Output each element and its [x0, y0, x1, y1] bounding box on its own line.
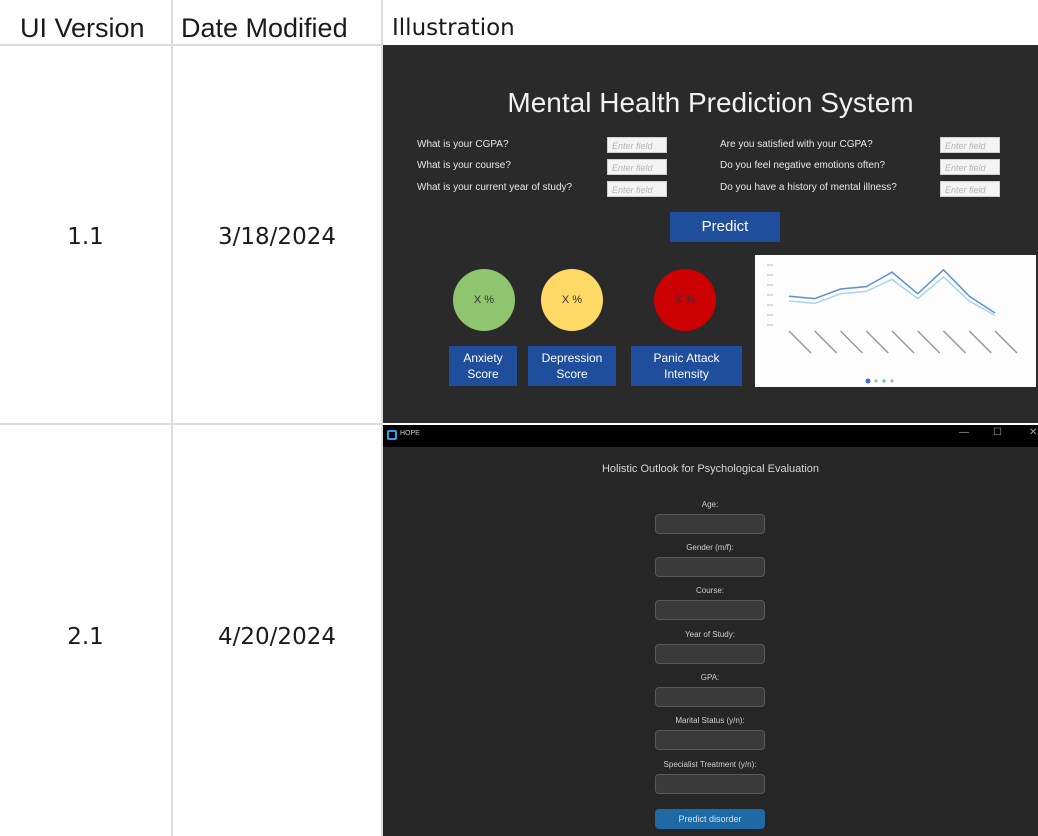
row1-version: 1.1 — [67, 224, 104, 250]
question-negative: Do you feel negative emotions often? — [720, 160, 886, 171]
header-date-modified: Date Modified — [181, 13, 348, 43]
x-tick-label — [942, 330, 967, 354]
course-field[interactable]: Enter field — [607, 159, 667, 175]
question-course: What is your course? — [417, 160, 511, 171]
anxiety-score-button[interactable]: Anxiety Score — [449, 346, 517, 386]
v1-app-title: Mental Health Prediction System — [507, 87, 914, 118]
row1-date: 3/18/2024 — [218, 224, 336, 250]
panic-circle: X % — [654, 269, 716, 331]
chart-svg — [767, 264, 1018, 384]
marital-label: Marital Status (y/n): — [675, 716, 745, 725]
question-satisfied: Are you satisfied with your CGPA? — [720, 139, 873, 150]
question-history: Do you have a history of mental illness? — [720, 182, 897, 193]
satisfied-field[interactable]: Enter field — [940, 137, 1000, 153]
marital-input[interactable] — [655, 730, 765, 750]
negative-field[interactable]: Enter field — [940, 159, 1000, 175]
gpa-label: GPA: — [700, 673, 720, 682]
x-tick-label — [788, 330, 812, 354]
minimize-button[interactable]: — — [959, 427, 969, 438]
panic-intensity-button[interactable]: Panic Attack Intensity — [631, 346, 742, 386]
question-cgpa: What is your CGPA? — [417, 139, 509, 150]
chart-pager-dot[interactable] — [890, 379, 894, 383]
year-input[interactable] — [655, 644, 765, 664]
history-field[interactable]: Enter field — [940, 181, 1000, 197]
v2-screenshot: HOPE — ☐ ✕ Holistic Outlook for Psycholo… — [383, 425, 1038, 836]
course-label: Course: — [695, 586, 724, 595]
v1-screenshot: Mental Health Prediction System What is … — [383, 45, 1038, 423]
chart-pager-dot[interactable] — [865, 378, 871, 384]
treatment-label: Specialist Treatment (y/n): — [663, 760, 757, 769]
age-label: Age: — [701, 500, 719, 509]
window-title: HOPE — [400, 430, 420, 437]
treatment-input[interactable] — [655, 774, 765, 794]
score-chart — [755, 255, 1036, 387]
chart-series-0 — [788, 268, 996, 314]
x-tick-label — [994, 330, 1018, 354]
column-divider — [171, 0, 173, 836]
gender-input[interactable] — [655, 557, 765, 577]
gpa-input[interactable] — [655, 687, 765, 707]
chart-pager-dot[interactable] — [882, 379, 886, 383]
x-tick-label — [814, 330, 838, 354]
x-tick-label — [891, 330, 915, 354]
depression-circle: X % — [541, 269, 603, 331]
question-year: What is your current year of study? — [417, 182, 573, 193]
depression-score-button[interactable]: Depression Score — [528, 346, 616, 386]
maximize-button[interactable]: ☐ — [993, 427, 1002, 438]
header-illustration: Illustration — [392, 15, 515, 41]
gender-label: Gender (m/f): — [686, 543, 734, 552]
row2-version: 2.1 — [67, 624, 104, 650]
predict-disorder-button[interactable]: Predict disorder — [655, 809, 765, 829]
year-field[interactable]: Enter field — [607, 181, 667, 197]
row-divider — [0, 423, 383, 425]
row2-date: 4/20/2024 — [218, 624, 336, 650]
v2-app-title: Holistic Outlook for Psychological Evalu… — [601, 463, 820, 475]
row-divider — [0, 44, 383, 46]
predict-button[interactable]: Predict — [670, 212, 780, 242]
year-label: Year of Study: — [685, 630, 735, 639]
cgpa-field[interactable]: Enter field — [607, 137, 667, 153]
x-tick-label — [865, 330, 889, 354]
header-ui-version: UI Version — [20, 13, 145, 43]
x-tick-label — [968, 330, 992, 354]
close-button[interactable]: ✕ — [1029, 427, 1037, 438]
x-tick-label — [839, 330, 864, 354]
course-input[interactable] — [655, 600, 765, 620]
window-titlebar: HOPE — ☐ ✕ — [383, 425, 1038, 447]
x-tick-label — [917, 330, 941, 354]
age-input[interactable] — [655, 514, 765, 534]
anxiety-circle: X % — [453, 269, 515, 331]
app-logo-icon — [387, 430, 397, 440]
chart-pager-dot[interactable] — [874, 379, 878, 383]
